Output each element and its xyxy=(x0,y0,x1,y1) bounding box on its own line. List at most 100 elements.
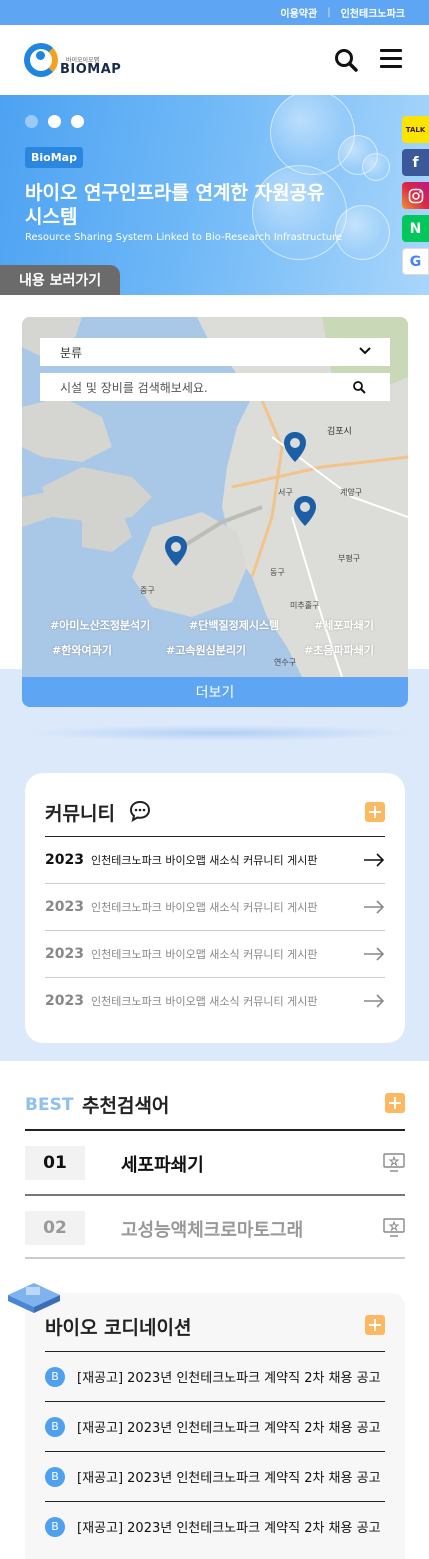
logo-dot xyxy=(36,51,45,60)
bubble-decoration xyxy=(335,205,390,260)
coordination-row-text: [재공고] 2023년 인천테크노파크 계약직 2차 채용 공고 xyxy=(77,1421,381,1436)
map-place-label: 미추홀구 xyxy=(290,601,320,610)
slide-dot-2[interactable] xyxy=(48,115,61,128)
community-row-text: 인천테크노파크 바이오맵 새소식 커뮤니티 게시판 xyxy=(91,901,318,914)
biomap-logo[interactable]: 바이오이오맵 BIOMAP xyxy=(24,41,121,81)
best-label: BEST xyxy=(25,1095,74,1115)
bitcoin-icon: B xyxy=(45,1366,65,1387)
community-card: 커뮤니티 2023 인천테크노파크 바이오맵 새소식 커뮤니티 게시판 2023… xyxy=(25,773,405,1043)
community-row[interactable]: 2023 인천테크노파크 바이오맵 새소식 커뮤니티 게시판 xyxy=(45,930,385,977)
coordination-row-text: [재공고] 2023년 인천테크노파크 계약직 2차 채용 공고 xyxy=(77,1521,381,1536)
community-row-text: 인천테크노파크 바이오맵 새소식 커뮤니티 게시판 xyxy=(91,854,318,867)
search-icon[interactable] xyxy=(352,380,366,394)
arrow-right-icon xyxy=(364,853,385,867)
site-header: 바이오이오맵 BIOMAP xyxy=(0,25,429,95)
logo-mark-icon xyxy=(24,43,58,77)
map-place-label: 계양구 xyxy=(340,488,363,497)
community-row-year: 2023 xyxy=(45,852,84,868)
coordination-more-plus-icon[interactable] xyxy=(365,1315,385,1335)
category-select[interactable]: 분류 xyxy=(40,338,390,366)
best-rank: 02 xyxy=(25,1211,85,1245)
best-keyword: 세포파쇄기 xyxy=(121,1155,204,1176)
map-place-label: 김포시 xyxy=(327,427,352,437)
hero-subtitle: Resource Sharing System Linked to Bio-Re… xyxy=(25,232,343,243)
facebook-icon[interactable]: f xyxy=(402,149,429,176)
coordination-row-text: [재공고] 2023년 인천테크노파크 계약직 2차 채용 공고 xyxy=(77,1371,381,1386)
best-more-plus-icon[interactable] xyxy=(385,1093,405,1113)
best-keyword: 고성능액체크로마토그래 xyxy=(121,1220,304,1241)
best-search-row[interactable]: 01 세포파쇄기 xyxy=(25,1129,405,1194)
map-pin-icon[interactable] xyxy=(164,535,188,567)
coordination-title: 바이오 코디네이션 xyxy=(45,1317,192,1339)
search-icon[interactable] xyxy=(333,47,359,73)
bitcoin-icon: B xyxy=(45,1416,65,1437)
bubble-decoration xyxy=(362,153,390,181)
community-title: 커뮤니티 xyxy=(45,803,115,825)
coordination-row-text: [재공고] 2023년 인천테크노파크 계약직 2차 채용 공고 xyxy=(77,1471,381,1486)
instagram-icon[interactable] xyxy=(402,182,429,209)
community-row-year: 2023 xyxy=(45,946,84,962)
map-tag[interactable]: #아미노산조정분석기 xyxy=(50,617,150,633)
chevron-down-icon xyxy=(359,347,371,355)
coordination-row[interactable]: B [재공고] 2023년 인천테크노파크 계약직 2차 채용 공고 xyxy=(45,1401,385,1451)
community-row-text: 인천테크노파크 바이오맵 새소식 커뮤니티 게시판 xyxy=(91,948,318,961)
logo-text: BIOMAP xyxy=(60,62,122,77)
map-place-label: 중구 xyxy=(140,586,155,595)
incheon-tp-link[interactable]: 인천테크노파크 xyxy=(341,5,405,20)
monitor-icon xyxy=(383,1218,405,1237)
community-row[interactable]: 2023 인천테크노파크 바이오맵 새소식 커뮤니티 게시판 xyxy=(45,977,385,1024)
chat-bubble-icon xyxy=(129,800,151,822)
facility-map[interactable]: 김포시 계양구 부평구 서구 중구 동구 미추홀구 연수구 분류 시설 및 장비… xyxy=(22,317,408,677)
goto-content-button[interactable]: 내용 보러가기 xyxy=(0,265,120,295)
best-search-title: 추천검색어 xyxy=(82,1095,170,1117)
map-tag[interactable]: #초음파파쇄기 xyxy=(304,642,374,658)
best-search-row[interactable]: 02 고성능액체크로마토그래 xyxy=(25,1194,405,1259)
bitcoin-icon: B xyxy=(45,1516,65,1537)
arrow-right-icon xyxy=(364,900,385,914)
map-tag[interactable]: #한와여과기 xyxy=(52,642,112,658)
arrow-right-icon xyxy=(364,994,385,1008)
topbar-separator: | xyxy=(327,7,331,18)
naver-icon[interactable]: N xyxy=(402,215,429,242)
community-row[interactable]: 2023 인천테크노파크 바이오맵 새소식 커뮤니티 게시판 xyxy=(45,883,385,930)
community-row-year: 2023 xyxy=(45,993,84,1009)
slide-dot-1[interactable] xyxy=(25,115,38,128)
coordination-row[interactable]: B [재공고] 2023년 인천테크노파크 계약직 2차 채용 공고 xyxy=(45,1501,385,1551)
terms-link[interactable]: 이용약관 xyxy=(280,5,317,20)
bitcoin-icon: B xyxy=(45,1466,65,1487)
coordination-row[interactable]: B [재공고] 2023년 인천테크노파크 계약직 2차 채용 공고 xyxy=(45,1351,385,1401)
top-utility-bar: 이용약관 | 인천테크노파크 xyxy=(0,0,429,25)
kakaotalk-icon[interactable]: TALK xyxy=(402,116,429,143)
shadow-decoration xyxy=(25,725,413,741)
community-row-year: 2023 xyxy=(45,899,84,915)
map-more-button[interactable]: 더보기 xyxy=(22,677,408,707)
map-tag[interactable]: #세포파쇄기 xyxy=(314,617,374,633)
coordination-row[interactable]: B [재공고] 2023년 인천테크노파크 계약직 2차 채용 공고 xyxy=(45,1451,385,1501)
map-place-label: 동구 xyxy=(270,568,285,577)
map-pin-icon[interactable] xyxy=(283,431,307,463)
arrow-right-icon xyxy=(364,947,385,961)
map-tag[interactable]: #고속원심분리기 xyxy=(166,642,246,658)
community-row-text: 인천테크노파크 바이오맵 새소식 커뮤니티 게시판 xyxy=(91,995,318,1008)
map-place-label: 연수구 xyxy=(274,658,297,667)
community-row[interactable]: 2023 인천테크노파크 바이오맵 새소식 커뮤니티 게시판 xyxy=(45,836,385,883)
bio-coordination-section: 바이오 코디네이션 B [재공고] 2023년 인천테크노파크 계약직 2차 채… xyxy=(25,1293,405,1559)
monitor-icon xyxy=(383,1153,405,1172)
hero-banner: BioMap 바이오 연구인프라를 연계한 자원공유시스템 Resource S… xyxy=(0,95,429,295)
map-tag[interactable]: #단백질정제시스템 xyxy=(189,617,279,633)
map-place-label: 부평구 xyxy=(338,554,361,563)
search-placeholder: 시설 및 장비를 검색해보세요. xyxy=(60,380,208,395)
hero-title: 바이오 연구인프라를 연계한 자원공유시스템 xyxy=(25,182,325,228)
slide-dot-3[interactable] xyxy=(71,115,84,128)
hamburger-menu-icon[interactable] xyxy=(380,49,404,71)
category-select-label: 분류 xyxy=(60,345,83,360)
slide-indicators xyxy=(25,115,84,128)
facility-search-input[interactable]: 시설 및 장비를 검색해보세요. xyxy=(40,373,390,401)
community-more-plus-icon[interactable] xyxy=(365,802,385,822)
map-pin-icon[interactable] xyxy=(293,495,317,527)
best-rank: 01 xyxy=(25,1146,85,1180)
map-place-label: 서구 xyxy=(278,488,293,497)
hero-badge: BioMap xyxy=(25,147,83,168)
google-icon[interactable]: G xyxy=(402,248,429,275)
isometric-building-decoration xyxy=(8,1283,60,1313)
